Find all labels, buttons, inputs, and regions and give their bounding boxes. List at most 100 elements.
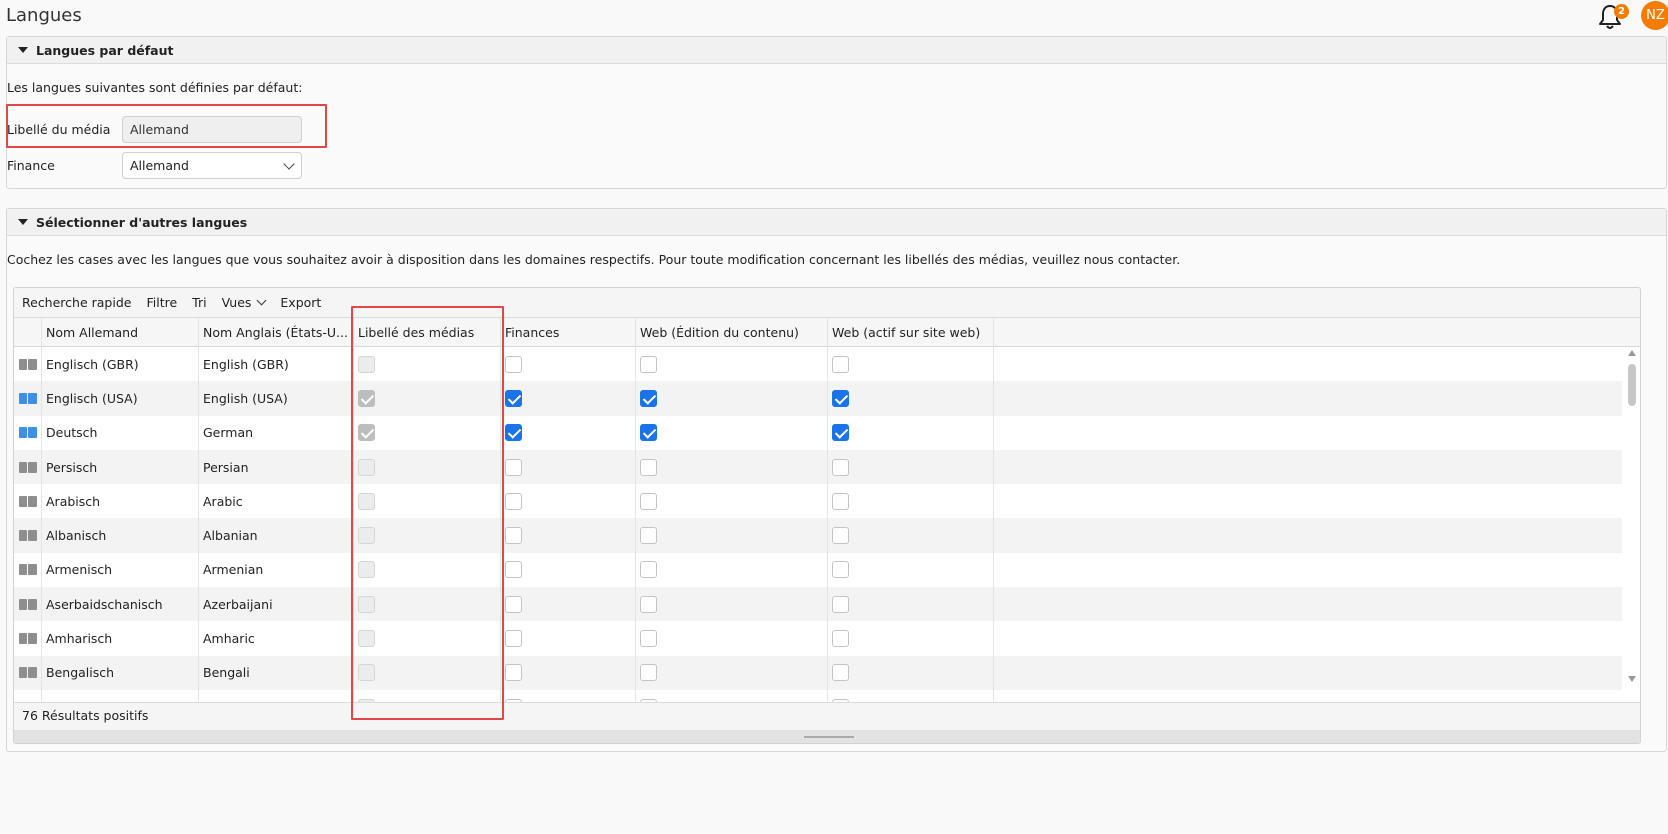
scroll-thumb[interactable] [1628, 364, 1636, 406]
sort-button[interactable]: Tri [192, 295, 206, 310]
chevron-down-icon [256, 295, 267, 306]
table-row[interactable]: BhutanischDzongkha [14, 689, 1622, 702]
finance-cell [501, 587, 636, 622]
table-row[interactable]: Aserbaidschanisch Azerbaijani [14, 587, 1622, 622]
table-row[interactable]: Englisch (USA) English (USA) [14, 381, 1622, 416]
grid-scrollbar[interactable] [1626, 350, 1638, 682]
grid-resize-handle[interactable] [14, 730, 1640, 743]
column-header-filler [994, 318, 1640, 347]
finance-checkbox[interactable] [505, 492, 522, 510]
row-icon-cell [14, 621, 42, 656]
collapse-caret-icon[interactable] [18, 47, 28, 53]
media-checkbox [358, 458, 375, 476]
finance-checkbox[interactable] [505, 595, 522, 613]
german-name-cell: Aserbaidschanisch [42, 587, 199, 622]
media-checkbox [358, 492, 375, 510]
default-languages-header[interactable]: Langues par défaut [7, 37, 1666, 64]
finance-language-value: Allemand [130, 158, 189, 173]
column-header-web-edit[interactable]: Web (Édition du contenu) [636, 318, 828, 347]
german-name-cell: Englisch (GBR) [42, 347, 199, 382]
web-edit-checkbox[interactable] [640, 527, 657, 545]
filter-button[interactable]: Filtre [146, 295, 177, 310]
export-button[interactable]: Export [280, 295, 321, 310]
column-header-media-label[interactable]: Libellé des médias [354, 318, 501, 347]
english-name-cell: Dzongkha [199, 689, 354, 702]
web-live-checkbox[interactable] [832, 458, 849, 476]
web-edit-checkbox[interactable] [640, 595, 657, 613]
web-live-checkbox[interactable] [832, 355, 849, 373]
filler-cell [994, 347, 1622, 381]
table-row[interactable]: Amharisch Amharic [14, 621, 1622, 656]
scroll-down-icon[interactable] [1628, 676, 1636, 682]
finance-language-select[interactable]: Allemand [122, 152, 302, 179]
quick-search-button[interactable]: Recherche rapide [22, 295, 131, 310]
views-dropdown[interactable]: Vues [221, 295, 267, 310]
web-live-checkbox[interactable] [832, 492, 849, 510]
web-live-cell [828, 381, 994, 416]
language-icon [18, 461, 37, 473]
avatar[interactable]: NZ [1641, 1, 1668, 30]
table-row[interactable]: Englisch (GBR) English (GBR) [14, 347, 1622, 382]
column-header-finances[interactable]: Finances [501, 318, 636, 347]
finance-cell [501, 449, 636, 485]
web-live-checkbox[interactable] [832, 630, 849, 648]
web-live-checkbox[interactable] [832, 389, 849, 407]
web-live-checkbox[interactable] [832, 664, 849, 682]
web-edit-checkbox[interactable] [640, 630, 657, 648]
finance-checkbox[interactable] [505, 527, 522, 545]
row-icon-cell [14, 655, 42, 690]
filler-cell [994, 553, 1622, 587]
web-live-checkbox[interactable] [832, 561, 849, 579]
finance-checkbox[interactable] [505, 424, 522, 442]
web-edit-checkbox[interactable] [640, 458, 657, 476]
finance-checkbox[interactable] [505, 664, 522, 682]
web-edit-checkbox[interactable] [640, 664, 657, 682]
media-cell [354, 621, 501, 656]
web-edit-checkbox[interactable] [640, 389, 657, 407]
web-edit-checkbox[interactable] [640, 492, 657, 510]
web-edit-checkbox[interactable] [640, 561, 657, 579]
german-name-cell: Arabisch [42, 484, 199, 519]
page-title: Langues [6, 5, 82, 26]
german-name-cell: Deutsch [42, 415, 199, 450]
scroll-up-icon[interactable] [1628, 350, 1636, 356]
language-icon [18, 495, 37, 507]
web-live-checkbox[interactable] [832, 424, 849, 442]
finance-checkbox[interactable] [505, 561, 522, 579]
row-icon-cell [14, 552, 42, 588]
finance-cell [501, 415, 636, 450]
default-languages-intro: Les langues suivantes sont définies par … [7, 80, 303, 95]
table-row[interactable]: Albanisch Albanian [14, 518, 1622, 553]
finance-checkbox[interactable] [505, 630, 522, 648]
table-row[interactable]: Arabisch Arabic [14, 484, 1622, 519]
filler-cell [994, 656, 1622, 690]
web-live-cell [828, 415, 994, 450]
finance-checkbox[interactable] [505, 355, 522, 373]
table-row[interactable]: Persisch Persian [14, 449, 1622, 485]
web-live-cell [828, 689, 994, 702]
english-name-cell: Bengali [199, 655, 354, 690]
grid-header-row: Nom Allemand Nom Anglais (États-U... Lib… [14, 318, 1640, 347]
column-header-german-name[interactable]: Nom Allemand [42, 318, 199, 347]
table-row[interactable]: Armenisch Armenian [14, 552, 1622, 588]
finance-checkbox[interactable] [505, 389, 522, 407]
column-header-english-name[interactable]: Nom Anglais (États-U... [199, 318, 354, 347]
finance-checkbox[interactable] [505, 458, 522, 476]
panel-title: Sélectionner d'autres langues [36, 214, 248, 230]
german-name-cell: Bhutanisch [42, 689, 199, 702]
web-edit-cell [636, 449, 828, 485]
web-live-cell [828, 587, 994, 622]
other-languages-header[interactable]: Sélectionner d'autres langues [7, 209, 1666, 236]
views-label: Vues [221, 295, 252, 310]
web-edit-checkbox[interactable] [640, 355, 657, 373]
table-row[interactable]: Deutsch German [14, 415, 1622, 450]
web-edit-checkbox[interactable] [640, 424, 657, 442]
table-row[interactable]: Bengalisch Bengali [14, 655, 1622, 690]
column-header-web-live[interactable]: Web (actif sur site web) [828, 318, 994, 347]
row-icon-cell [14, 484, 42, 519]
web-live-checkbox[interactable] [832, 527, 849, 545]
finance-cell [501, 689, 636, 702]
web-live-checkbox[interactable] [832, 595, 849, 613]
other-languages-intro: Cochez les cases avec les langues que vo… [7, 252, 1181, 267]
collapse-caret-icon[interactable] [18, 219, 28, 225]
